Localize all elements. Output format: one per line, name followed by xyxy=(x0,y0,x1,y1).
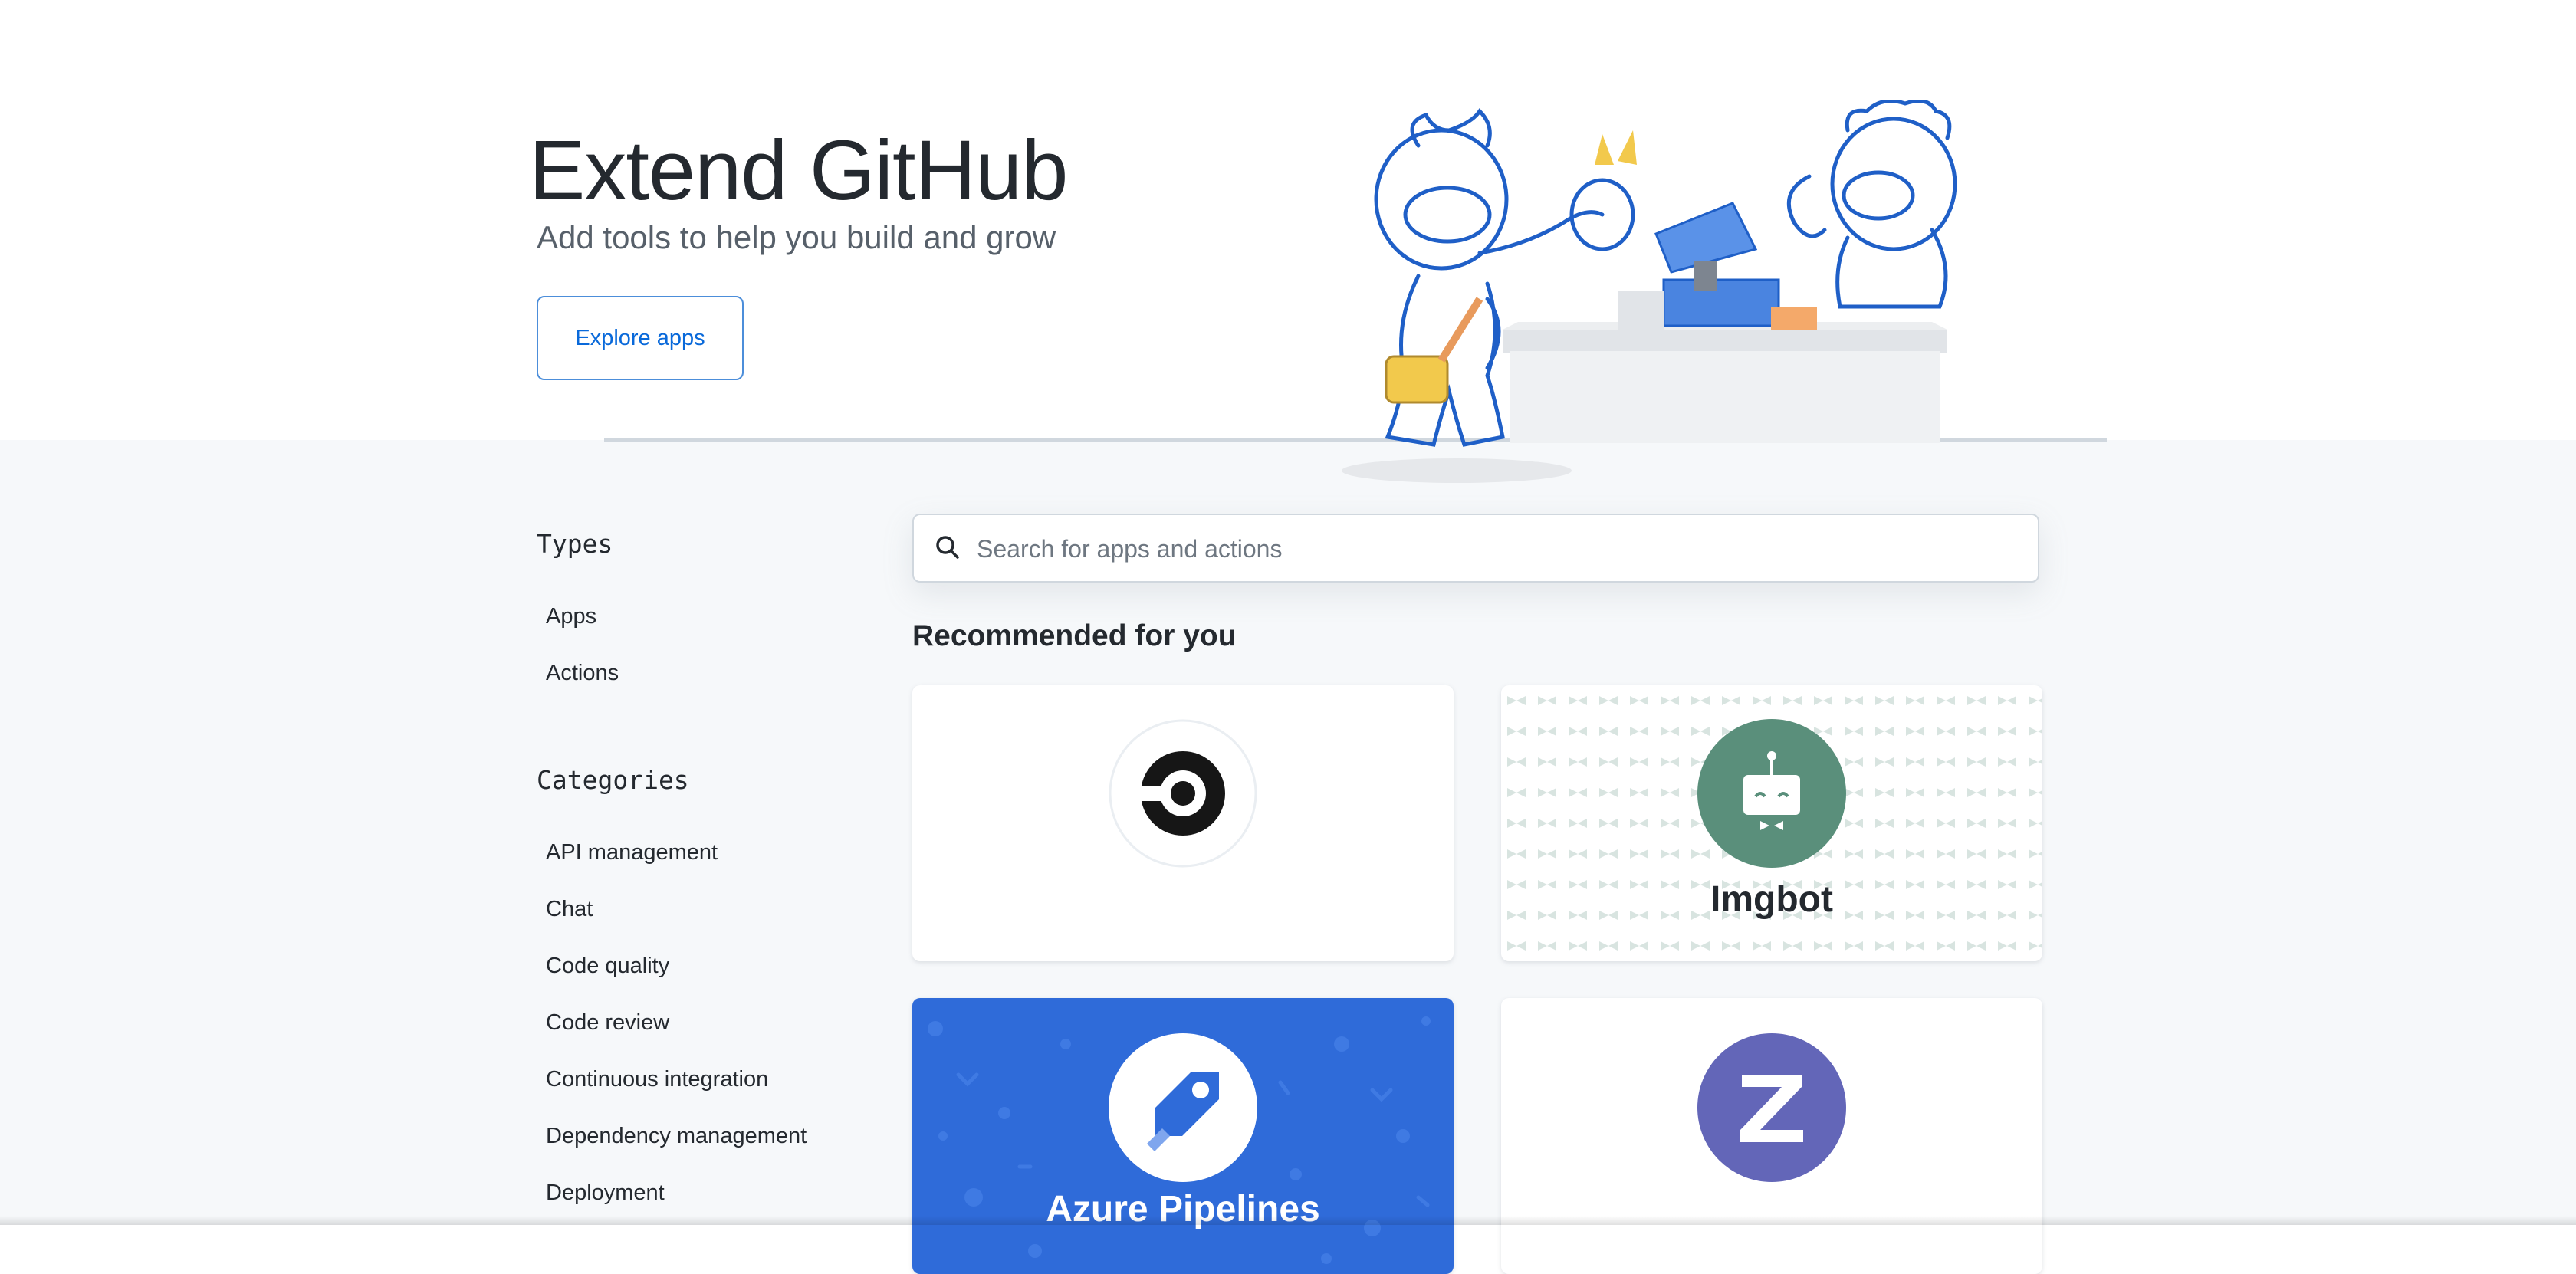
type-actions-link[interactable]: Actions xyxy=(546,661,619,686)
app-card-imgbot[interactable]: Imgbot xyxy=(1501,685,2042,961)
bottom-edge-shadow xyxy=(0,1216,2576,1225)
type-apps-link[interactable]: Apps xyxy=(546,604,596,629)
recommended-heading: Recommended for you xyxy=(912,619,1237,652)
circleci-logo-icon xyxy=(1109,719,1257,868)
app-card-azure-pipelines[interactable]: Azure Pipelines xyxy=(912,998,1454,1274)
app-card-zenhub[interactable] xyxy=(1501,998,2042,1274)
category-dependency-management-link[interactable]: Dependency management xyxy=(546,1124,807,1149)
category-continuous-integration-link[interactable]: Continuous integration xyxy=(546,1067,768,1092)
azure-pipelines-icon xyxy=(1109,1033,1257,1182)
imgbot-robot-icon xyxy=(1697,719,1846,868)
zenhub-z-logo-icon xyxy=(1697,1033,1846,1182)
types-heading: Types xyxy=(537,529,613,559)
page-subtitle: Add tools to help you build and grow xyxy=(537,219,1056,255)
categories-heading: Categories xyxy=(537,765,689,795)
category-code-review-link[interactable]: Code review xyxy=(546,1010,669,1036)
search-input[interactable] xyxy=(975,515,2021,583)
category-api-management-link[interactable]: API management xyxy=(546,840,718,865)
app-card-circleci[interactable] xyxy=(912,685,1454,961)
search-icon xyxy=(936,536,959,559)
category-deployment-link[interactable]: Deployment xyxy=(546,1180,665,1206)
app-card-name: Imgbot xyxy=(1710,879,1833,920)
category-code-quality-link[interactable]: Code quality xyxy=(546,954,669,979)
hero-section xyxy=(0,0,2576,440)
page-title: Extend GitHub xyxy=(529,123,1068,218)
search-box[interactable] xyxy=(912,514,2039,583)
explore-apps-button[interactable]: Explore apps xyxy=(537,296,744,380)
category-chat-link[interactable]: Chat xyxy=(546,897,593,922)
hero-illustration xyxy=(1342,100,1957,483)
